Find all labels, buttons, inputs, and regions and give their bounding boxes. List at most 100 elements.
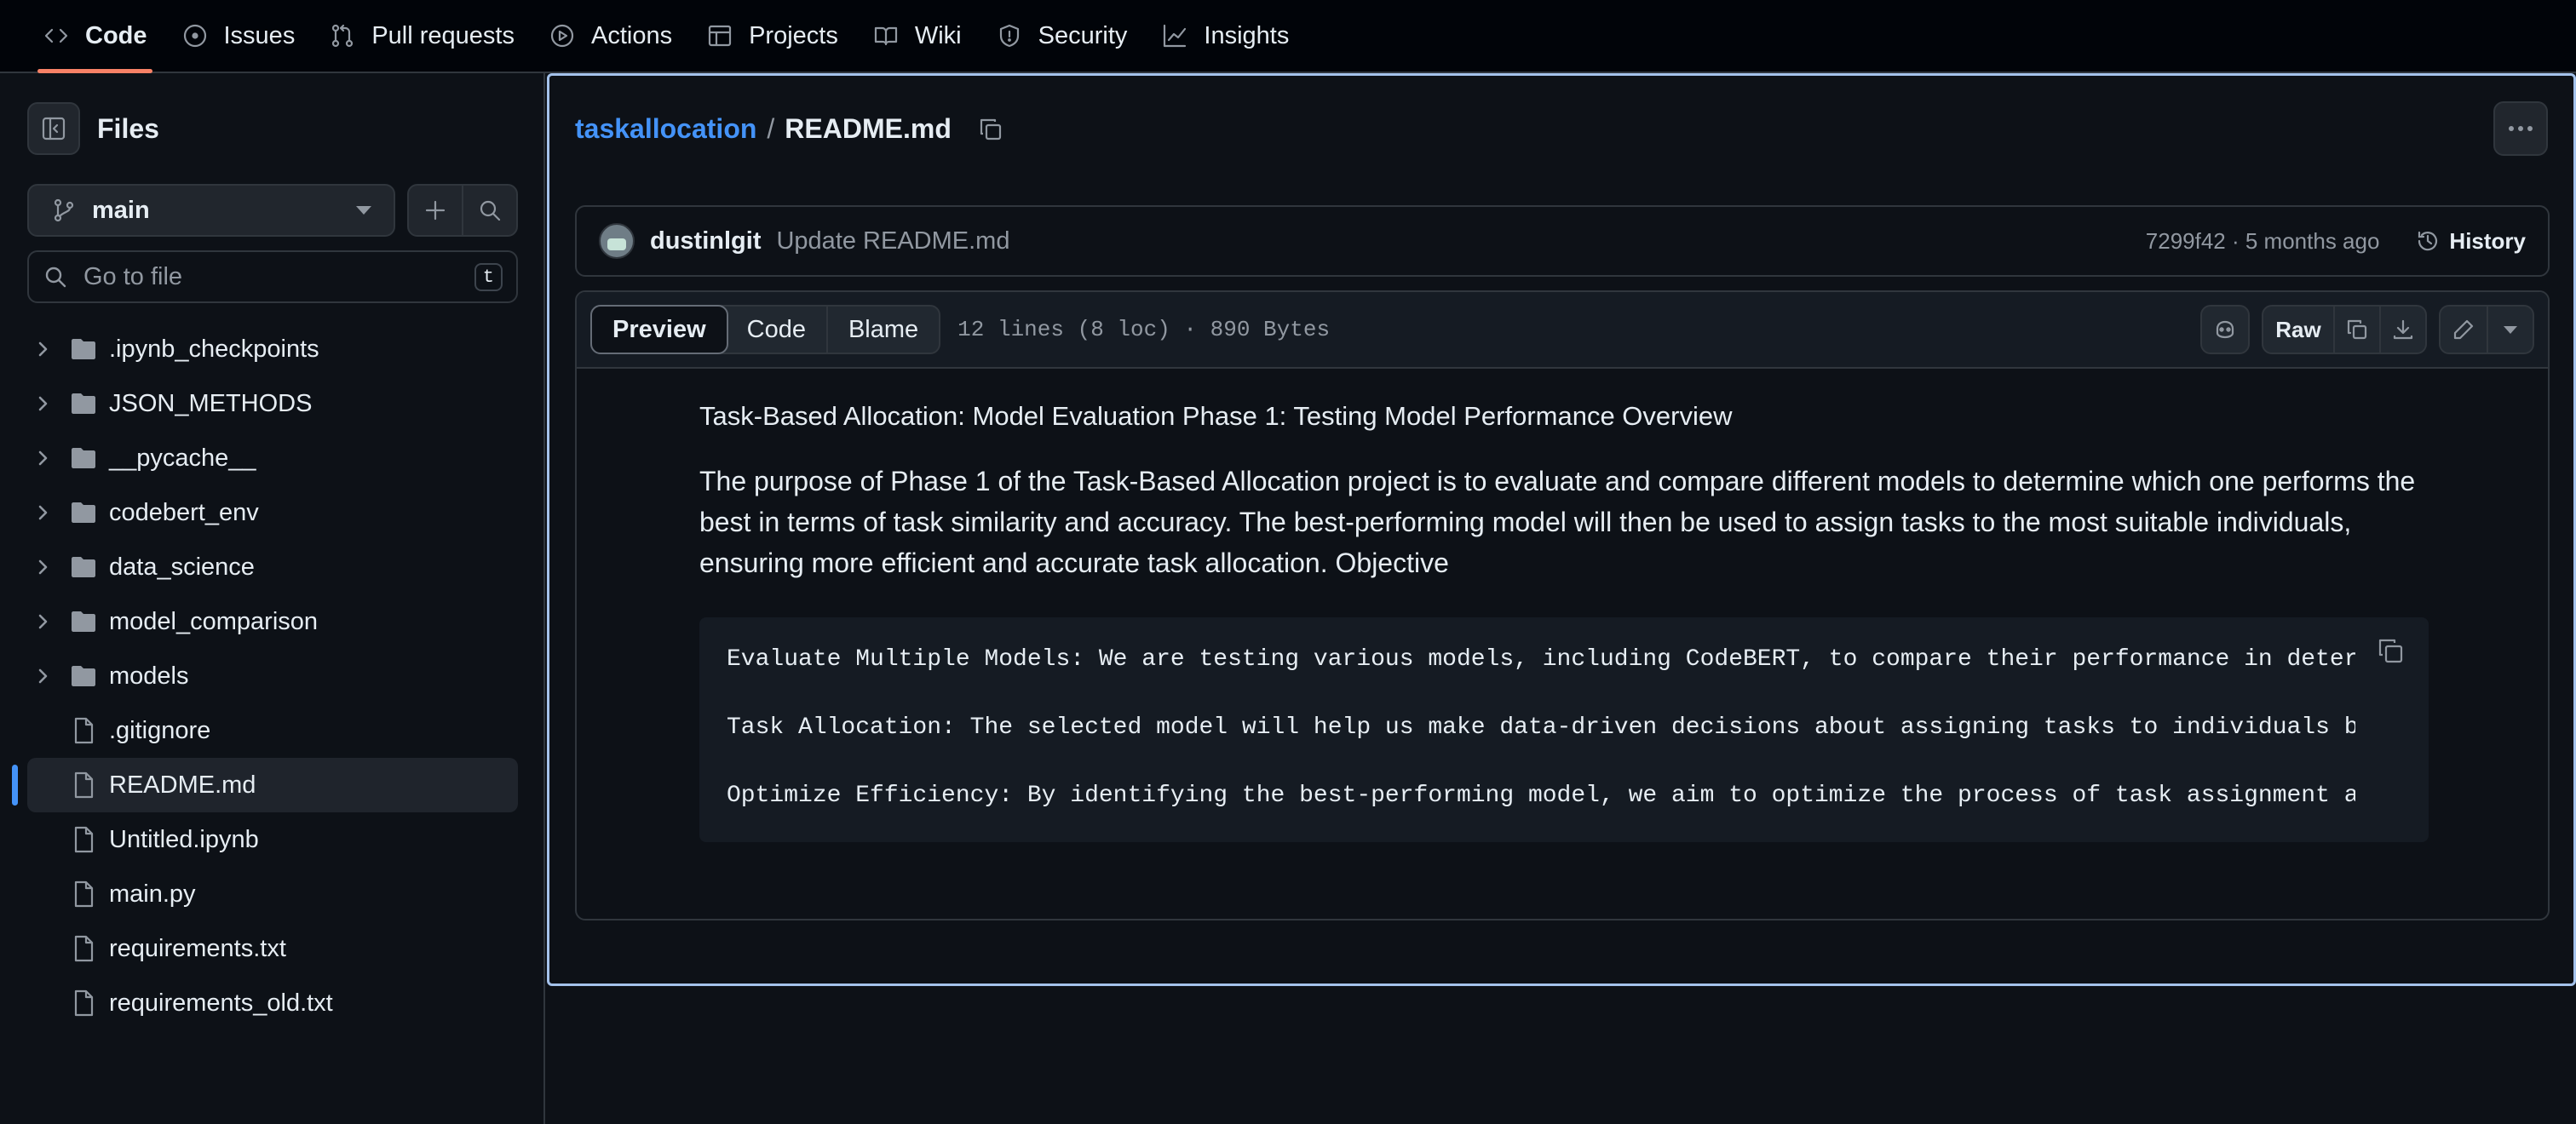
copilot-icon <box>2216 320 2234 339</box>
go-to-file-input[interactable] <box>83 262 459 291</box>
book-icon <box>874 26 897 46</box>
tree-item-label: README.md <box>109 771 256 799</box>
folder-icon <box>58 662 109 691</box>
tree-item-label: __pycache__ <box>109 444 256 472</box>
tree-folder-item[interactable]: model_comparison <box>27 594 518 649</box>
copilot-button[interactable] <box>2200 305 2250 354</box>
tab-code[interactable]: Code <box>26 0 164 73</box>
edit-group <box>2439 305 2534 354</box>
folder-icon <box>58 607 109 636</box>
more-options-button[interactable] <box>2493 101 2548 156</box>
folder-icon <box>58 553 109 582</box>
tab-security[interactable]: Security <box>979 0 1145 72</box>
breadcrumb-repo-link[interactable]: taskallocation <box>575 113 756 145</box>
blame-view-button[interactable]: Blame <box>828 307 939 353</box>
readme-heading: Task-Based Allocation: Model Evaluation … <box>699 401 1733 431</box>
tree-file-item[interactable]: README.md <box>12 758 518 812</box>
breadcrumb-separator: / <box>767 113 775 144</box>
code-view-button[interactable]: Code <box>727 307 828 353</box>
tab-issues[interactable]: Issues <box>164 0 313 72</box>
branch-name: main <box>92 196 150 224</box>
history-label: History <box>2449 227 2526 254</box>
collapse-sidebar-button[interactable] <box>27 102 80 155</box>
tree-item-label: requirements_old.txt <box>109 989 333 1017</box>
tab-projects[interactable]: Projects <box>689 0 855 72</box>
chevron-right-icon[interactable] <box>27 394 58 413</box>
file-icon <box>58 989 109 1018</box>
edit-button[interactable] <box>2441 307 2487 353</box>
chevron-right-icon[interactable] <box>27 558 58 576</box>
file-icon <box>58 880 109 909</box>
file-tree-sidebar: Files main t .ipynb_checkpoints JSON_METH… <box>0 73 545 1124</box>
code-line: Evaluate Multiple Models: We are testing… <box>727 646 2355 673</box>
folder-icon <box>58 335 109 364</box>
go-to-file-field[interactable]: t <box>27 250 518 303</box>
search-files-button[interactable] <box>462 186 516 235</box>
folder-icon <box>58 498 109 527</box>
add-file-button[interactable] <box>409 186 462 235</box>
tab-wiki[interactable]: Wiki <box>855 0 979 72</box>
history-button[interactable]: History <box>2415 228 2526 255</box>
tree-folder-item[interactable]: __pycache__ <box>27 431 518 485</box>
commit-author[interactable]: dustinlgit <box>650 227 761 255</box>
tab-label: Insights <box>1204 21 1290 49</box>
tab-actions[interactable]: Actions <box>532 0 689 72</box>
chevron-down-icon <box>2504 325 2517 334</box>
commit-message[interactable]: Update README.md <box>776 227 1009 255</box>
tab-label: Wiki <box>914 21 962 49</box>
tree-item-label: models <box>109 662 189 690</box>
raw-button[interactable]: Raw <box>2263 307 2333 353</box>
tab-label: Code <box>85 21 147 49</box>
chevron-right-icon[interactable] <box>27 340 58 358</box>
copy-code-button[interactable] <box>2376 636 2405 669</box>
tab-label: Actions <box>590 21 673 49</box>
file-icon <box>58 771 109 800</box>
chevron-right-icon[interactable] <box>27 503 58 522</box>
copy-path-icon[interactable] <box>977 116 1004 143</box>
breadcrumb-file-name: README.md <box>785 113 952 144</box>
download-button[interactable] <box>2379 307 2425 353</box>
pencil-icon <box>2453 319 2474 340</box>
tree-item-label: data_science <box>109 553 255 581</box>
tab-insights[interactable]: Insights <box>1144 0 1306 72</box>
tree-item-label: requirements.txt <box>109 934 286 962</box>
sidebar-collapse-icon <box>42 117 66 140</box>
chevron-right-icon[interactable] <box>27 667 58 685</box>
tree-file-item[interactable]: Untitled.ipynb <box>27 812 518 867</box>
branch-selector[interactable]: main <box>27 184 395 237</box>
raw-copy-download-group: Raw <box>2262 305 2427 354</box>
avatar[interactable] <box>599 223 635 259</box>
kebab-dot-icon <box>2509 126 2514 131</box>
chevron-right-icon[interactable] <box>27 612 58 631</box>
tree-folder-item[interactable]: .ipynb_checkpoints <box>27 322 518 376</box>
commit-sha-age[interactable]: 7299f42 · 5 months ago <box>2146 228 2380 255</box>
file-toolbar: Raw <box>2200 305 2534 354</box>
tree-file-item[interactable]: main.py <box>27 867 518 921</box>
plus-icon <box>425 200 446 221</box>
file-content-box: Preview Code Blame 12 lines (8 loc) · 89… <box>575 290 2550 920</box>
tree-file-item[interactable]: requirements.txt <box>27 921 518 976</box>
tree-folder-item[interactable]: models <box>27 649 518 703</box>
readme-paragraph: The purpose of Phase 1 of the Task-Based… <box>699 466 2416 578</box>
copy-icon <box>2347 319 2367 340</box>
edit-dropdown-button[interactable] <box>2487 307 2533 353</box>
tab-pull-requests[interactable]: Pull requests <box>312 0 532 72</box>
play-icon <box>550 24 574 48</box>
shortcut-key-badge: t <box>474 262 503 291</box>
file-meta: 12 lines (8 loc) · 890 Bytes <box>957 317 1331 342</box>
tree-item-label: JSON_METHODS <box>109 389 313 417</box>
tab-label: Issues <box>223 21 296 49</box>
copy-raw-button[interactable] <box>2333 307 2379 353</box>
tree-folder-item[interactable]: data_science <box>27 540 518 594</box>
tree-file-item[interactable]: requirements_old.txt <box>27 976 518 1030</box>
tab-label: Security <box>1038 21 1128 49</box>
tree-folder-item[interactable]: codebert_env <box>27 485 518 540</box>
file-tree: .ipynb_checkpoints JSON_METHODS __pycache_… <box>12 322 518 1030</box>
tree-folder-item[interactable]: JSON_METHODS <box>27 376 518 431</box>
preview-view-button[interactable]: Preview <box>590 305 728 354</box>
repo-nav: Code Issues Pull requests Actions Projec… <box>0 0 2576 73</box>
tree-file-item[interactable]: .gitignore <box>27 703 518 758</box>
tab-label: Projects <box>749 21 838 49</box>
chevron-right-icon[interactable] <box>27 449 58 467</box>
file-icon <box>58 934 109 963</box>
